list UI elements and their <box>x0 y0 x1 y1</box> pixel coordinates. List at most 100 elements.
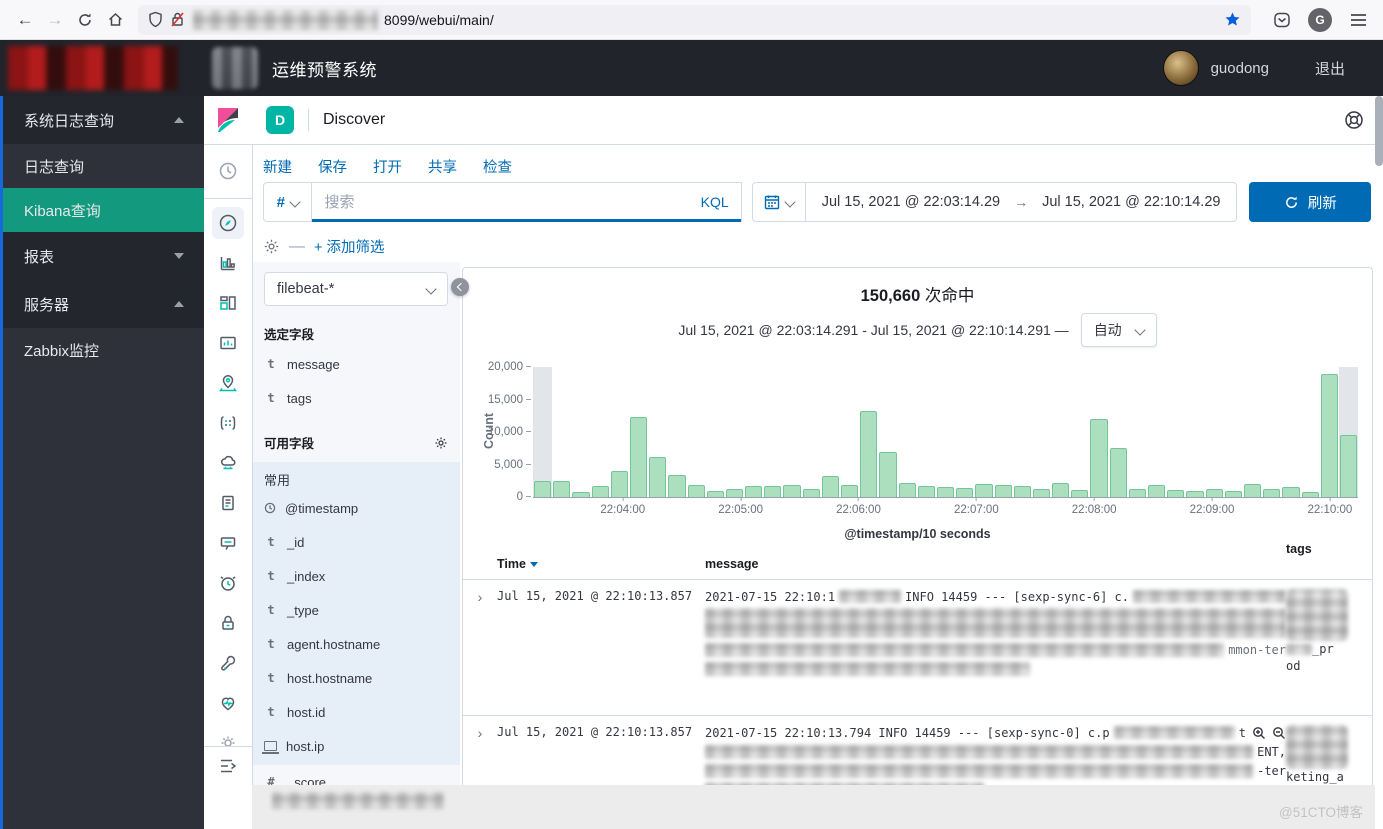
back-icon[interactable]: ← <box>10 5 40 35</box>
zoom-in-icon[interactable] <box>1252 726 1266 740</box>
histogram-bar[interactable] <box>1301 367 1320 497</box>
apm-icon[interactable] <box>212 527 244 559</box>
query-history-dropdown[interactable]: # <box>263 182 312 222</box>
reload-icon[interactable] <box>70 5 100 35</box>
histogram-bar[interactable] <box>1281 367 1300 497</box>
query-language-label[interactable]: KQL <box>701 194 741 210</box>
field-settings-gear-icon[interactable] <box>434 436 448 450</box>
histogram-bar[interactable] <box>1089 367 1108 497</box>
machine-learning-icon[interactable] <box>212 407 244 439</box>
histogram-bar[interactable] <box>629 367 648 497</box>
histogram-bar[interactable] <box>648 367 667 497</box>
field-@timestamp[interactable]: @timestamp <box>252 491 460 525</box>
logs-icon[interactable] <box>212 487 244 519</box>
monitoring-icon[interactable] <box>212 687 244 719</box>
logout-link[interactable]: 退出 <box>1315 58 1345 79</box>
field-tags[interactable]: ttags <box>252 381 460 415</box>
sidebar-item-5[interactable]: Zabbix监控 <box>0 328 204 372</box>
histogram-bar[interactable] <box>571 367 590 497</box>
zoom-out-icon[interactable] <box>1272 726 1286 740</box>
account-icon[interactable]: G <box>1305 5 1335 35</box>
search-input[interactable] <box>312 194 700 211</box>
histogram-bar[interactable] <box>1185 367 1204 497</box>
metrics-icon[interactable] <box>212 447 244 479</box>
histogram-bar[interactable] <box>1262 367 1281 497</box>
col-time[interactable]: Time <box>497 557 705 571</box>
histogram-bar[interactable] <box>744 367 763 497</box>
user-avatar[interactable] <box>1163 50 1199 86</box>
help-icon[interactable] <box>1343 109 1365 131</box>
add-filter-link[interactable]: + 添加筛选 <box>314 236 385 257</box>
histogram-bar[interactable] <box>610 367 629 497</box>
histogram-bar[interactable] <box>1128 367 1147 497</box>
home-icon[interactable] <box>100 5 130 35</box>
histogram-bar[interactable] <box>1166 367 1185 497</box>
field-host.ip[interactable]: host.ip <box>252 729 460 763</box>
histogram-bar[interactable] <box>994 367 1013 497</box>
col-tags[interactable]: tags <box>1286 542 1372 556</box>
field-message[interactable]: tmessage <box>252 347 460 381</box>
collapse-nav-icon[interactable] <box>204 746 252 785</box>
field-agent.hostname[interactable]: tagent.hostname <box>252 627 460 661</box>
field-host.id[interactable]: thost.id <box>252 695 460 729</box>
filter-settings-icon[interactable] <box>263 238 280 255</box>
dashboard-icon[interactable] <box>212 287 244 319</box>
pocket-icon[interactable] <box>1267 5 1297 35</box>
table-row[interactable]: › Jul 15, 2021 @ 22:10:13.857 2021-07-15… <box>463 580 1372 716</box>
histogram-bar[interactable] <box>840 367 859 497</box>
sidebar-item-1[interactable]: 日志查询 <box>0 144 204 188</box>
time-from[interactable]: Jul 15, 2021 @ 22:03:14.29 <box>822 194 1000 210</box>
toolbar-link-1[interactable]: 保存 <box>318 156 347 177</box>
canvas-icon[interactable] <box>212 327 244 359</box>
histogram-bar[interactable] <box>1147 367 1166 497</box>
security-icon[interactable] <box>212 607 244 639</box>
refresh-button[interactable]: 刷新 <box>1249 182 1371 222</box>
histogram-bar[interactable] <box>898 367 917 497</box>
bookmark-star-icon[interactable] <box>1224 11 1241 28</box>
shield-icon[interactable] <box>148 11 163 28</box>
histogram-bar[interactable] <box>974 367 993 497</box>
histogram-bar[interactable] <box>1224 367 1243 497</box>
forward-icon[interactable]: → <box>40 5 70 35</box>
histogram-bar[interactable] <box>1051 367 1070 497</box>
field-_id[interactable]: t_id <box>252 525 460 559</box>
url-bar[interactable]: 8099/webui/main/ <box>138 5 1251 35</box>
histogram-bar[interactable] <box>802 367 821 497</box>
toolbar-link-4[interactable]: 检查 <box>483 156 512 177</box>
histogram-bar[interactable] <box>1205 367 1224 497</box>
histogram-bar[interactable] <box>667 367 686 497</box>
dev-tools-icon[interactable] <box>212 647 244 679</box>
histogram-bar[interactable] <box>1320 367 1339 497</box>
discover-icon[interactable] <box>212 207 244 239</box>
histogram-bar[interactable] <box>1070 367 1089 497</box>
interval-select[interactable]: 自动 <box>1081 313 1157 347</box>
histogram-bar[interactable] <box>1243 367 1262 497</box>
field-_index[interactable]: t_index <box>252 559 460 593</box>
histogram-bar[interactable] <box>725 367 744 497</box>
time-to[interactable]: Jul 15, 2021 @ 22:10:14.29 <box>1042 194 1220 210</box>
insecure-lock-icon[interactable] <box>170 11 185 28</box>
toolbar-link-3[interactable]: 共享 <box>428 156 457 177</box>
field-_type[interactable]: t_type <box>252 593 460 627</box>
histogram-bar[interactable] <box>687 367 706 497</box>
histogram-bar[interactable] <box>1109 367 1128 497</box>
histogram-bar[interactable] <box>533 367 552 497</box>
histogram-bar[interactable] <box>763 367 782 497</box>
histogram-bar[interactable] <box>821 367 840 497</box>
histogram-bar[interactable] <box>1339 367 1358 497</box>
recent-icon[interactable] <box>218 161 238 181</box>
toolbar-link-2[interactable]: 打开 <box>373 156 402 177</box>
sidebar-item-0[interactable]: 系统日志查询 <box>0 96 204 144</box>
menu-icon[interactable] <box>1343 5 1373 35</box>
histogram-bar[interactable] <box>936 367 955 497</box>
collapse-fields-button[interactable] <box>451 278 469 296</box>
histogram-bar[interactable] <box>878 367 897 497</box>
histogram-bar[interactable] <box>917 367 936 497</box>
expand-row-icon[interactable]: › <box>463 589 497 705</box>
maps-icon[interactable] <box>212 367 244 399</box>
histogram-bar[interactable] <box>706 367 725 497</box>
sidebar-item-2[interactable]: Kibana查询 <box>0 188 204 232</box>
histogram-bar[interactable] <box>955 367 974 497</box>
col-message[interactable]: message <box>705 557 1286 571</box>
histogram-bar[interactable] <box>859 367 878 497</box>
